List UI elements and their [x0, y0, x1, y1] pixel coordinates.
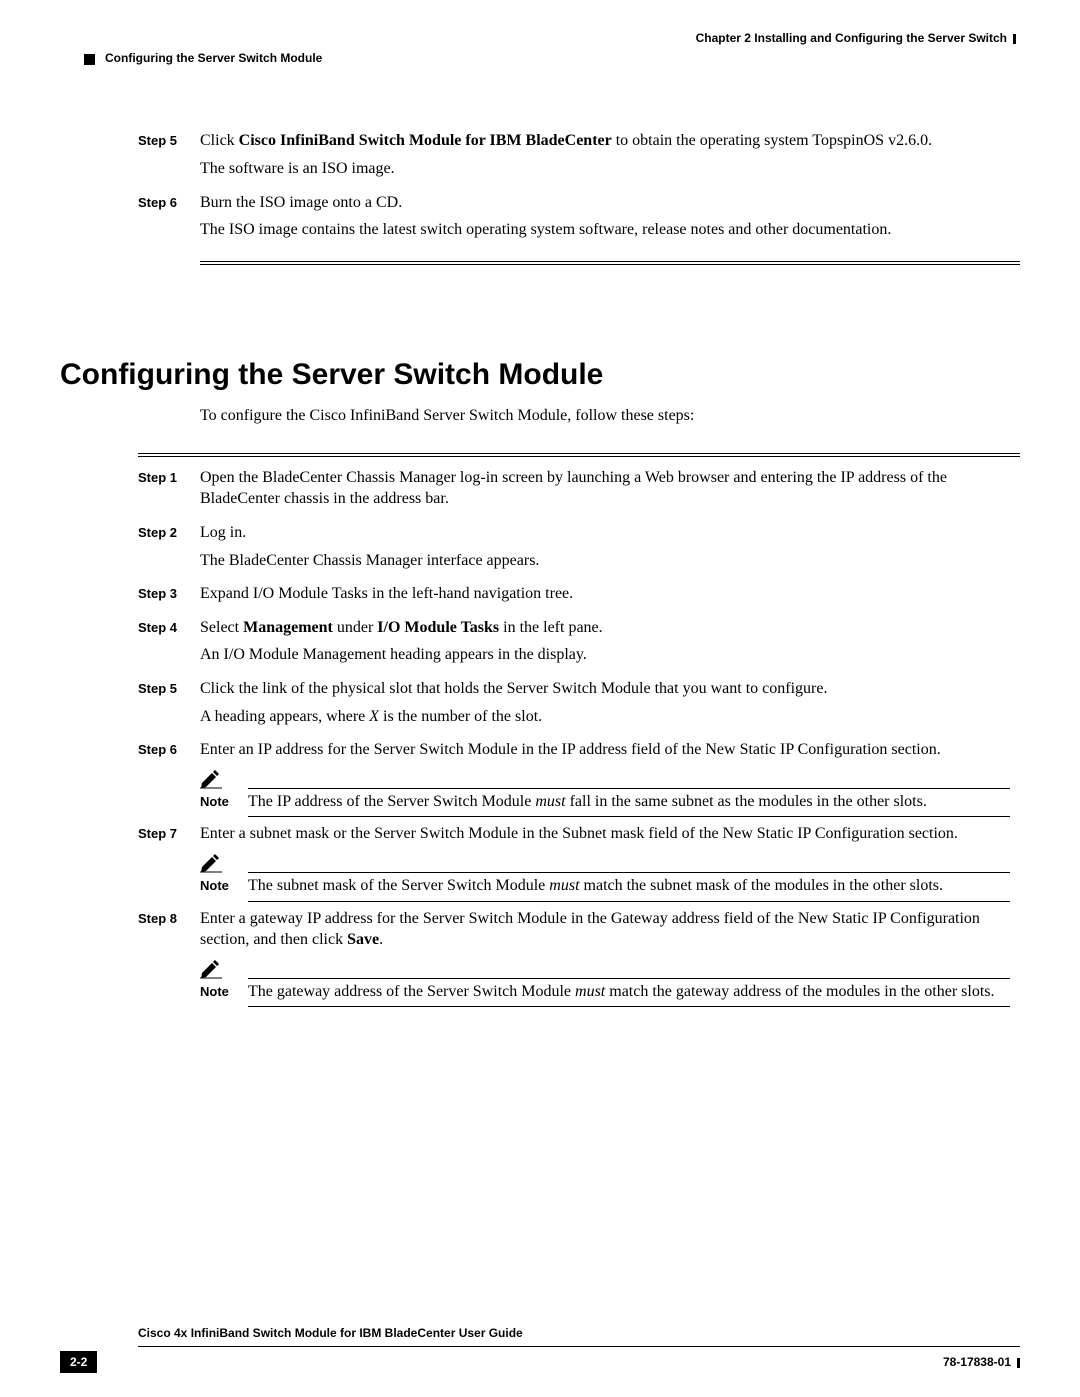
step-label: Step 6: [138, 192, 200, 212]
step-row: Step 7Enter a subnet mask or the Server …: [138, 823, 1010, 901]
step-label: Step 3: [138, 583, 200, 603]
page-number-badge: 2-2: [60, 1351, 97, 1373]
step-row: Step 8Enter a gateway IP address for the…: [138, 908, 1010, 1008]
pencil-icon: [200, 959, 230, 979]
step-body: Enter a subnet mask or the Server Switch…: [200, 823, 1010, 901]
step-paragraph: Enter a subnet mask or the Server Switch…: [200, 823, 1010, 845]
note-label: Note: [200, 875, 248, 895]
divider: [200, 261, 1020, 265]
step-label: Step 2: [138, 522, 200, 542]
header-section: Configuring the Server Switch Module: [84, 50, 1020, 66]
step-paragraph: Expand I/O Module Tasks in the left-hand…: [200, 583, 1010, 605]
step-paragraph: Enter an IP address for the Server Switc…: [200, 739, 1010, 761]
step-paragraph: A heading appears, where X is the number…: [200, 706, 1010, 728]
square-marker-icon: [84, 54, 95, 65]
step-label: Step 5: [138, 678, 200, 698]
step-paragraph: Open the BladeCenter Chassis Manager log…: [200, 467, 1010, 510]
step-body: Select Management under I/O Module Tasks…: [200, 617, 1010, 672]
step-paragraph: The BladeCenter Chassis Manager interfac…: [200, 550, 1010, 572]
step-label: Step 8: [138, 908, 200, 928]
step-body: Open the BladeCenter Chassis Manager log…: [200, 467, 1010, 516]
step-row: Step 3Expand I/O Module Tasks in the lef…: [138, 583, 1010, 611]
step-label: Step 6: [138, 739, 200, 759]
footer: Cisco 4x InfiniBand Switch Module for IB…: [60, 1322, 1020, 1373]
step-paragraph: The ISO image contains the latest switch…: [200, 219, 1010, 241]
divider: [138, 453, 1020, 457]
step-row: Step 2Log in. The BladeCenter Chassis Man…: [138, 522, 1010, 577]
step-body: Expand I/O Module Tasks in the left-hand…: [200, 583, 1010, 611]
step-body: Burn the ISO image onto a CD. The ISO ima…: [200, 192, 1010, 247]
pencil-icon: [200, 769, 230, 789]
note-divider: [248, 978, 1010, 979]
note-label: Note: [200, 791, 248, 811]
step-body: Enter an IP address for the Server Switc…: [200, 739, 1010, 817]
step-paragraph: An I/O Module Management heading appears…: [200, 644, 1010, 666]
note-divider: [248, 1006, 1010, 1007]
step-label: Step 1: [138, 467, 200, 487]
step-paragraph: Log in.: [200, 522, 1010, 544]
step-paragraph: Select Management under I/O Module Tasks…: [200, 617, 1010, 639]
doc-number: 78-17838-01: [943, 1354, 1020, 1370]
note-text: The subnet mask of the Server Switch Mod…: [248, 875, 1010, 897]
step-label: Step 7: [138, 823, 200, 843]
step-paragraph: Click Cisco InfiniBand Switch Module for…: [200, 130, 1010, 152]
step-row: Step 1Open the BladeCenter Chassis Manag…: [138, 467, 1010, 516]
step-body: Log in. The BladeCenter Chassis Manager i…: [200, 522, 1010, 577]
note-divider: [248, 901, 1010, 902]
top-steps: Step 5Click Cisco InfiniBand Switch Modu…: [138, 130, 1010, 246]
note-divider: [248, 872, 1010, 873]
note-divider: [248, 816, 1010, 817]
note-text: The IP address of the Server Switch Modu…: [248, 791, 1010, 813]
note-block: NoteThe gateway address of the Server Sw…: [200, 959, 1010, 1008]
footer-title: Cisco 4x InfiniBand Switch Module for IB…: [138, 1326, 523, 1340]
note-label: Note: [200, 981, 248, 1001]
step-row: Step 5Click Cisco InfiniBand Switch Modu…: [138, 130, 1010, 185]
step-paragraph: Click the link of the physical slot that…: [200, 678, 1010, 700]
step-paragraph: The software is an ISO image.: [200, 158, 1010, 180]
step-label: Step 4: [138, 617, 200, 637]
step-label: Step 5: [138, 130, 200, 150]
step-row: Step 5Click the link of the physical slo…: [138, 678, 1010, 733]
step-body: Click Cisco InfiniBand Switch Module for…: [200, 130, 1010, 185]
step-body: Click the link of the physical slot that…: [200, 678, 1010, 733]
step-paragraph: Enter a gateway IP address for the Serve…: [200, 908, 1010, 951]
header-chapter: Chapter 2 Installing and Configuring the…: [60, 30, 1020, 46]
note-divider: [248, 788, 1010, 789]
step-row: Step 4Select Management under I/O Module…: [138, 617, 1010, 672]
note-block: NoteThe subnet mask of the Server Switch…: [200, 853, 1010, 902]
step-paragraph: Burn the ISO image onto a CD.: [200, 192, 1010, 214]
note-text: The gateway address of the Server Switch…: [248, 981, 1010, 1003]
step-row: Step 6Burn the ISO image onto a CD. The I…: [138, 192, 1010, 247]
main-steps: Step 1Open the BladeCenter Chassis Manag…: [138, 467, 1010, 1008]
intro-text: To configure the Cisco InfiniBand Server…: [200, 405, 1020, 427]
step-body: Enter a gateway IP address for the Serve…: [200, 908, 1010, 1008]
section-title: Configuring the Server Switch Module: [60, 355, 1020, 396]
note-block: NoteThe IP address of the Server Switch …: [200, 769, 1010, 818]
pencil-icon: [200, 853, 230, 873]
step-row: Step 6Enter an IP address for the Server…: [138, 739, 1010, 817]
